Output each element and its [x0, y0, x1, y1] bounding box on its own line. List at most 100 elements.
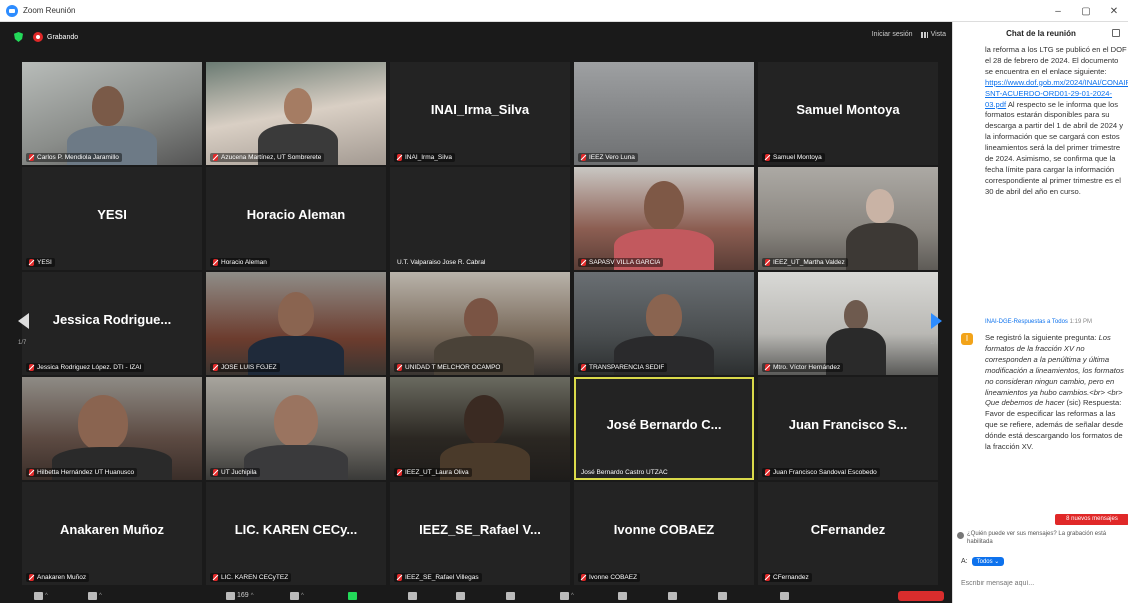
- avatar: I: [961, 333, 973, 345]
- participant-name: IEEZ Vero Luna: [589, 154, 635, 161]
- participant-tile[interactable]: Juan Francisco S... Juan Francisco Sando…: [758, 377, 938, 480]
- participant-display-name: Horacio Aleman: [246, 207, 346, 222]
- previous-page-arrow-icon[interactable]: [18, 313, 29, 329]
- participant-tile[interactable]: UT Juchipila: [206, 377, 386, 480]
- participants-count: 169: [237, 592, 249, 599]
- reactions-icon: [456, 591, 465, 600]
- more-button[interactable]: [780, 590, 789, 601]
- participant-name-tag: INAI_Irma_Silva: [394, 153, 455, 162]
- muted-mic-icon: [29, 574, 34, 581]
- signin-button[interactable]: Iniciar sesión: [872, 31, 913, 38]
- participant-name-tag: Jessica Rodriguez López. DTI - IZAI: [26, 363, 145, 372]
- participant-tile[interactable]: Hilbetta Hernández UT Huanusco: [22, 377, 202, 480]
- participant-video: [866, 189, 894, 223]
- recording-label: Grabando: [47, 33, 79, 41]
- leave-meeting-button[interactable]: [898, 591, 944, 601]
- participant-name: LIC. KAREN CECyTEZ: [221, 574, 289, 581]
- minimize-button[interactable]: –: [1044, 6, 1072, 17]
- participant-tile[interactable]: Horacio Aleman Horacio Aleman: [206, 167, 386, 270]
- view-button[interactable]: Vista: [920, 31, 946, 38]
- captions-button[interactable]: ^: [560, 590, 574, 601]
- ai-companion-button[interactable]: [618, 590, 627, 601]
- whiteboard-button[interactable]: [668, 590, 677, 601]
- participant-name-tag: IEEZ_SE_Rafael Villegas: [394, 573, 482, 582]
- participant-tile[interactable]: Anakaren Muñoz Anakaren Muñoz: [22, 482, 202, 585]
- participant-tile[interactable]: Ivonne COBAEZ Ivonne COBAEZ: [574, 482, 754, 585]
- participant-name: CFernandez: [773, 574, 809, 581]
- participant-name: Jessica Rodriguez López. DTI - IZAI: [37, 364, 142, 371]
- participant-name: Horacio Aleman: [221, 259, 267, 266]
- who-can-see-notice[interactable]: ¿Quién puede ver sus mensajes? La grabac…: [957, 531, 1128, 546]
- message-sender: INAI-DGE-Respuestas a Todos 1:19 PM: [985, 319, 1092, 325]
- participant-tile[interactable]: Carlos P. Mendiola Jaramillo: [22, 62, 202, 165]
- chevron-up-icon: ^: [99, 592, 102, 599]
- unmute-button[interactable]: ^: [34, 590, 48, 601]
- recipient-dropdown[interactable]: Todos ⌄: [971, 557, 1005, 566]
- participant-tile[interactable]: CFernandez CFernandez: [758, 482, 938, 585]
- participant-name-tag: Juan Francisco Sandoval Escobedo: [762, 468, 880, 477]
- participant-tile[interactable]: IEEZ_UT_Martha Valdez: [758, 167, 938, 270]
- recipient-label: A:: [961, 558, 968, 565]
- participant-video: [646, 294, 682, 338]
- record-icon: [408, 591, 417, 600]
- chevron-up-icon: ^: [250, 592, 254, 599]
- participant-tile[interactable]: IEEZ Vero Luna: [574, 62, 754, 165]
- participant-name: IEEZ_SE_Rafael Villegas: [405, 574, 479, 581]
- participant-tile[interactable]: JOSÉ LUIS FGJEZ: [206, 272, 386, 375]
- page-indicator-left: 1/7: [18, 340, 27, 346]
- participant-display-name: Samuel Montoya: [796, 102, 900, 117]
- message-text: Al respecto se le informa que los format…: [985, 99, 1124, 196]
- participant-tile[interactable]: U.T. Valparaiso Jose R. Cabral: [390, 167, 570, 270]
- participant-name: Anakaren Muñoz: [37, 574, 87, 581]
- participants-button[interactable]: 169 ^: [226, 590, 254, 601]
- participant-tile[interactable]: Azucena Martínez, UT Sombrerete: [206, 62, 386, 165]
- participant-display-name: Jessica Rodrigue...: [52, 312, 172, 327]
- participant-tile[interactable]: TRANSPARENCIA SEDIF: [574, 272, 754, 375]
- new-messages-badge[interactable]: 8 nuevos mensajes: [1055, 514, 1128, 525]
- more-icon: [780, 591, 789, 600]
- participant-name-tag: IEEZ_UT_Martha Valdez: [762, 258, 848, 267]
- security-shield-icon[interactable]: [14, 32, 23, 42]
- participant-tile[interactable]: YESI YESI: [22, 167, 202, 270]
- participant-tile[interactable]: LIC. KAREN CECy... LIC. KAREN CECyTEZ: [206, 482, 386, 585]
- muted-mic-icon: [765, 259, 770, 266]
- chat-button[interactable]: ^: [290, 590, 304, 601]
- record-button[interactable]: [408, 590, 417, 601]
- muted-mic-icon: [29, 259, 34, 266]
- chat-message-input[interactable]: [961, 576, 1125, 590]
- participant-name-tag: José Bernardo Castro UTZAC: [578, 468, 671, 477]
- participant-name: Ivonne COBAEZ: [589, 574, 638, 581]
- participant-tile[interactable]: IEEZ_SE_Rafael V... IEEZ_SE_Rafael Ville…: [390, 482, 570, 585]
- participant-name-tag: CFernandez: [762, 573, 812, 582]
- participant-tile[interactable]: Mtro. Víctor Hernández: [758, 272, 938, 375]
- reactions-button[interactable]: [456, 590, 465, 601]
- chat-header: Chat de la reunión: [1006, 28, 1076, 38]
- apps-button[interactable]: [506, 590, 515, 601]
- share-screen-button[interactable]: [348, 590, 357, 601]
- participant-name-tag: Mtro. Víctor Hernández: [762, 363, 844, 372]
- muted-mic-icon: [581, 259, 586, 266]
- maximize-button[interactable]: ▢: [1072, 6, 1100, 17]
- participant-name: UNIDAD T MELCHOR OCAMPO: [405, 364, 501, 371]
- participant-name-tag: Samuel Montoya: [762, 153, 825, 162]
- popout-icon[interactable]: [1112, 29, 1120, 37]
- participant-name: Samuel Montoya: [773, 154, 822, 161]
- chevron-up-icon: ^: [45, 592, 48, 599]
- message-quote: Los formatos de la fracción XV no corres…: [985, 333, 1124, 408]
- apps-icon: [506, 591, 515, 600]
- participant-tile[interactable]: INAI_Irma_Silva INAI_Irma_Silva: [390, 62, 570, 165]
- participant-tile[interactable]: Samuel Montoya Samuel Montoya: [758, 62, 938, 165]
- participant-tile[interactable]: Jessica Rodrigue... Jessica Rodriguez Ló…: [22, 272, 202, 375]
- start-video-button[interactable]: ^: [88, 590, 102, 601]
- muted-mic-icon: [213, 154, 218, 161]
- participant-tile[interactable]: UNIDAD T MELCHOR OCAMPO: [390, 272, 570, 375]
- close-button[interactable]: ✕: [1100, 6, 1128, 17]
- notes-icon: [718, 591, 727, 600]
- participant-tile-active-speaker[interactable]: José Bernardo C... José Bernardo Castro …: [574, 377, 754, 480]
- participant-tile[interactable]: IEEZ_UT_Laura Oliva: [390, 377, 570, 480]
- notes-button[interactable]: [718, 590, 727, 601]
- next-page-arrow-icon[interactable]: [931, 313, 942, 329]
- recipient-value: Todos: [976, 559, 993, 565]
- participant-tile[interactable]: SAPASV VILLA GARCIA: [574, 167, 754, 270]
- participant-video: [284, 88, 312, 124]
